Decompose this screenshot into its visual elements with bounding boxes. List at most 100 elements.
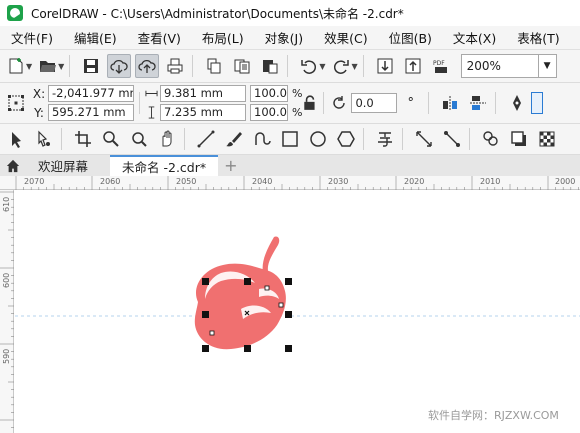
- connector-icon: [444, 131, 460, 147]
- open-button[interactable]: [36, 54, 60, 78]
- pepper-shape[interactable]: [194, 236, 286, 350]
- vertical-ruler-ticks: [0, 191, 14, 428]
- ruler-label: 2020: [404, 177, 425, 186]
- new-document-button[interactable]: [4, 54, 28, 78]
- chevron-down-icon[interactable]: ▼: [351, 62, 357, 71]
- connector-tool-button[interactable]: [440, 127, 464, 151]
- pick-tool-button[interactable]: [4, 127, 28, 151]
- resize-handle[interactable]: [285, 345, 292, 352]
- freehand-tool-button[interactable]: [194, 127, 218, 151]
- separator: [192, 55, 194, 77]
- vertical-ruler[interactable]: 610 600 590: [0, 190, 14, 433]
- rotate-icon: [333, 96, 346, 109]
- node-handle[interactable]: [264, 285, 270, 291]
- blend-tool-button[interactable]: [479, 127, 503, 151]
- drawing-canvas[interactable]: [15, 191, 580, 433]
- ruler-label: 600: [2, 272, 11, 288]
- ruler-label: 2060: [100, 177, 121, 186]
- reference-point-button[interactable]: [4, 91, 28, 115]
- menu-text[interactable]: 文本(X): [442, 28, 506, 47]
- chevron-down-icon[interactable]: ▼: [58, 62, 64, 71]
- search-icon: [132, 132, 147, 147]
- curve-icon: [255, 132, 271, 145]
- scale-y-input[interactable]: 100.0: [250, 104, 288, 121]
- resize-handle[interactable]: [285, 311, 292, 318]
- publish-pdf-button[interactable]: PDF: [429, 54, 453, 78]
- ellipse-tool-button[interactable]: [306, 127, 330, 151]
- separator: [494, 92, 496, 114]
- lock-ratio-button[interactable]: [302, 91, 318, 115]
- chevron-down-icon[interactable]: ▼: [537, 55, 556, 77]
- zoom-level-select[interactable]: 200% ▼: [460, 54, 557, 78]
- outline-pen-button[interactable]: [505, 91, 529, 115]
- home-tab[interactable]: [0, 155, 26, 176]
- paste-button[interactable]: [258, 54, 282, 78]
- rotation-input[interactable]: 0.0: [351, 93, 398, 113]
- text-tool-button[interactable]: [373, 127, 397, 151]
- dimension-tool-button[interactable]: [412, 127, 436, 151]
- menu-file[interactable]: 文件(F): [0, 28, 63, 47]
- rotate-button[interactable]: [329, 91, 349, 115]
- y-position-input[interactable]: 595.271 mm: [48, 104, 134, 121]
- menu-bar: 文件(F) 编辑(E) 查看(V) 布局(L) 对象(J) 效果(C) 位图(B…: [0, 26, 580, 50]
- x-position-input[interactable]: -2,041.977 mm: [48, 85, 134, 102]
- menu-edit[interactable]: 编辑(E): [63, 28, 127, 47]
- resize-handle[interactable]: [244, 278, 251, 285]
- menu-object[interactable]: 对象(J): [254, 28, 313, 47]
- import-button[interactable]: [373, 54, 397, 78]
- height-input[interactable]: 7.235 mm: [160, 104, 246, 121]
- shape-tool-button[interactable]: [32, 127, 56, 151]
- transparency-tool-button[interactable]: [535, 127, 559, 151]
- resize-handle[interactable]: [202, 311, 209, 318]
- node-handle[interactable]: [278, 302, 284, 308]
- pepper-stem: [262, 236, 280, 273]
- home-icon: [6, 159, 20, 172]
- menu-bitmaps[interactable]: 位图(B): [378, 28, 442, 47]
- cut-button[interactable]: [202, 54, 226, 78]
- bezier-tool-button[interactable]: [250, 127, 274, 151]
- chevron-down-icon[interactable]: ▼: [319, 62, 325, 71]
- polygon-tool-button[interactable]: [334, 127, 358, 151]
- redo-button[interactable]: [329, 54, 353, 78]
- scale-x-input[interactable]: 100.0: [250, 85, 288, 102]
- zoom-out-tool-button[interactable]: [127, 127, 151, 151]
- mirror-vertical-button[interactable]: [466, 91, 490, 115]
- horizontal-ruler[interactable]: 2070 2060 2050 2040 2030 2020 2010 2000: [0, 176, 580, 190]
- chevron-down-icon[interactable]: ▼: [26, 62, 32, 71]
- tab-welcome-screen[interactable]: 欢迎屏幕: [26, 155, 111, 176]
- menu-view[interactable]: 查看(V): [127, 28, 191, 47]
- menu-layout[interactable]: 布局(L): [191, 28, 254, 47]
- crop-tool-button[interactable]: [71, 127, 95, 151]
- drop-shadow-tool-button[interactable]: [507, 127, 531, 151]
- resize-handle[interactable]: [285, 278, 292, 285]
- print-button[interactable]: [163, 54, 187, 78]
- ruler-label: 2000: [555, 177, 576, 186]
- pen-nib-icon: [512, 95, 521, 111]
- artistic-media-tool-button[interactable]: [222, 127, 246, 151]
- width-input[interactable]: 9.381 mm: [160, 85, 246, 102]
- tab-document[interactable]: 未命名 -2.cdr*: [110, 155, 219, 176]
- pan-tool-button[interactable]: [155, 127, 179, 151]
- copy-button[interactable]: [230, 54, 254, 78]
- separator: [287, 55, 289, 77]
- undo-button[interactable]: [297, 54, 321, 78]
- cloud-download-button[interactable]: [107, 54, 132, 78]
- mirror-horizontal-button[interactable]: [438, 91, 462, 115]
- height-icon: [148, 106, 155, 119]
- width-icon: [145, 90, 158, 97]
- save-button[interactable]: [79, 54, 103, 78]
- export-button[interactable]: [401, 54, 425, 78]
- resize-handle[interactable]: [244, 345, 251, 352]
- menu-effects[interactable]: 效果(C): [313, 28, 377, 47]
- resize-handle[interactable]: [202, 345, 209, 352]
- outline-width-input[interactable]: [530, 92, 543, 114]
- menu-table[interactable]: 表格(T): [506, 28, 569, 47]
- rectangle-tool-button[interactable]: [278, 127, 302, 151]
- resize-handle[interactable]: [202, 278, 209, 285]
- zoom-tool-button[interactable]: [99, 127, 123, 151]
- pdf-icon: PDF: [433, 60, 447, 73]
- node-handle[interactable]: [209, 330, 215, 336]
- new-tab-button[interactable]: +: [218, 155, 243, 176]
- cloud-upload-button[interactable]: [135, 54, 160, 78]
- undo-icon: [301, 60, 317, 74]
